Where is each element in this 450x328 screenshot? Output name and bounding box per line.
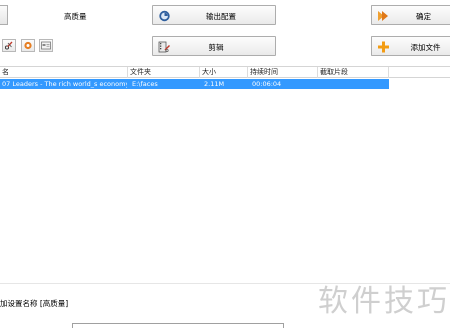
ok-button[interactable]: 确定: [371, 5, 450, 25]
file-duration-cell: 00:06:04: [252, 80, 282, 88]
left-toolbar-button[interactable]: [0, 5, 8, 25]
file-list-header: 名 文件夹 大小 持续时间 截取片段: [0, 66, 450, 78]
scissors-icon: [4, 41, 13, 50]
plus-icon: [378, 41, 389, 53]
stop-button[interactable]: [21, 39, 35, 52]
quality-label: 高质量: [64, 12, 87, 21]
watermark: 软件技巧: [318, 284, 450, 319]
column-folder-header[interactable]: 文件夹: [128, 67, 200, 78]
add-settings-label: 加设置名称 [高质量]: [0, 299, 69, 308]
column-clip-header[interactable]: 截取片段: [318, 67, 389, 78]
column-name-header[interactable]: 名: [0, 67, 128, 78]
window-icon: [41, 41, 51, 50]
remove-file-button[interactable]: [2, 39, 16, 52]
file-folder-cell: E:\faces: [132, 80, 158, 88]
properties-button[interactable]: [39, 39, 53, 52]
table-row[interactable]: 07 Leaders - The rich world_s economy...…: [0, 79, 389, 89]
file-size-cell: 2.11M: [204, 80, 225, 88]
ok-label: 确定: [416, 12, 431, 21]
file-name-cell: 07 Leaders - The rich world_s economy...…: [2, 80, 127, 88]
record-icon: [24, 41, 32, 50]
column-duration-header[interactable]: 持续时间: [248, 67, 318, 78]
output-settings-label: 输出配置: [206, 12, 236, 21]
edit-button[interactable]: 剪辑: [152, 36, 276, 56]
output-settings-button[interactable]: 输出配置: [152, 5, 276, 25]
edit-label: 剪辑: [208, 43, 224, 52]
add-file-button[interactable]: 添加文件: [371, 36, 450, 56]
column-size-header[interactable]: 大小: [200, 67, 248, 78]
arrow-right-icon: [378, 11, 388, 21]
add-file-label: 添加文件: [410, 43, 441, 52]
settings-name-input[interactable]: [72, 323, 284, 328]
